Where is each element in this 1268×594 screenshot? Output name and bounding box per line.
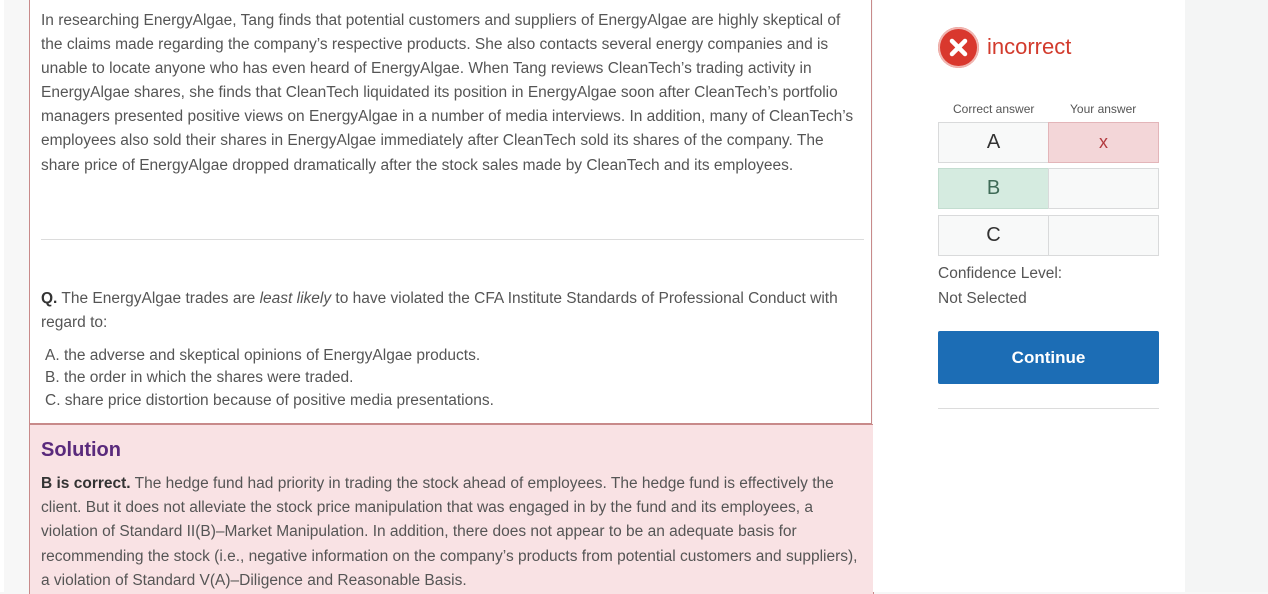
solution-text: B is correct. The hedge fund had priorit… [41, 472, 866, 593]
correct-cell-a: A [938, 122, 1049, 163]
case-passage: In researching EnergyAlgae, Tang finds t… [41, 12, 854, 174]
confidence-value: Not Selected [938, 290, 1027, 307]
correct-cell-c: C [938, 215, 1049, 256]
your-cell-a: x [1048, 122, 1159, 163]
result-status: incorrect [987, 34, 1072, 59]
sidebar-divider [938, 408, 1159, 409]
x-circle-icon [938, 27, 979, 68]
confidence-label: Confidence Level: [938, 265, 1063, 282]
question-prefix: Q. [41, 290, 58, 307]
continue-button[interactable]: Continue [938, 331, 1159, 384]
left-margin [0, 0, 4, 592]
option-a: A. the adverse and skeptical opinions of… [45, 347, 481, 364]
your-cell-b [1048, 168, 1159, 209]
correct-cell-b: B [938, 168, 1049, 209]
solution-title: Solution [41, 439, 121, 461]
answer-options: A. the adverse and skeptical opinions of… [45, 345, 494, 412]
your-answer-header: Your answer [1070, 102, 1137, 116]
result-sidebar [873, 0, 1185, 592]
question-text-before: The EnergyAlgae trades are [57, 290, 260, 307]
solution-body: The hedge fund had priority in trading t… [41, 475, 858, 589]
question-emphasis: least likely [259, 290, 332, 307]
divider [41, 239, 864, 240]
option-b: B. the order in which the shares were tr… [45, 369, 354, 387]
page-edge [1185, 0, 1268, 592]
question-panel: In researching EnergyAlgae, Tang finds t… [29, 0, 872, 424]
question-stem: Q. The EnergyAlgae trades are least like… [41, 287, 866, 335]
solution-panel: Solution B is correct. The hedge fund ha… [29, 424, 874, 594]
correct-answer-header: Correct answer [953, 102, 1035, 116]
option-c: C. share price distortion because of pos… [45, 391, 494, 409]
solution-lead: B is correct. [41, 475, 131, 492]
your-cell-c [1048, 215, 1159, 256]
